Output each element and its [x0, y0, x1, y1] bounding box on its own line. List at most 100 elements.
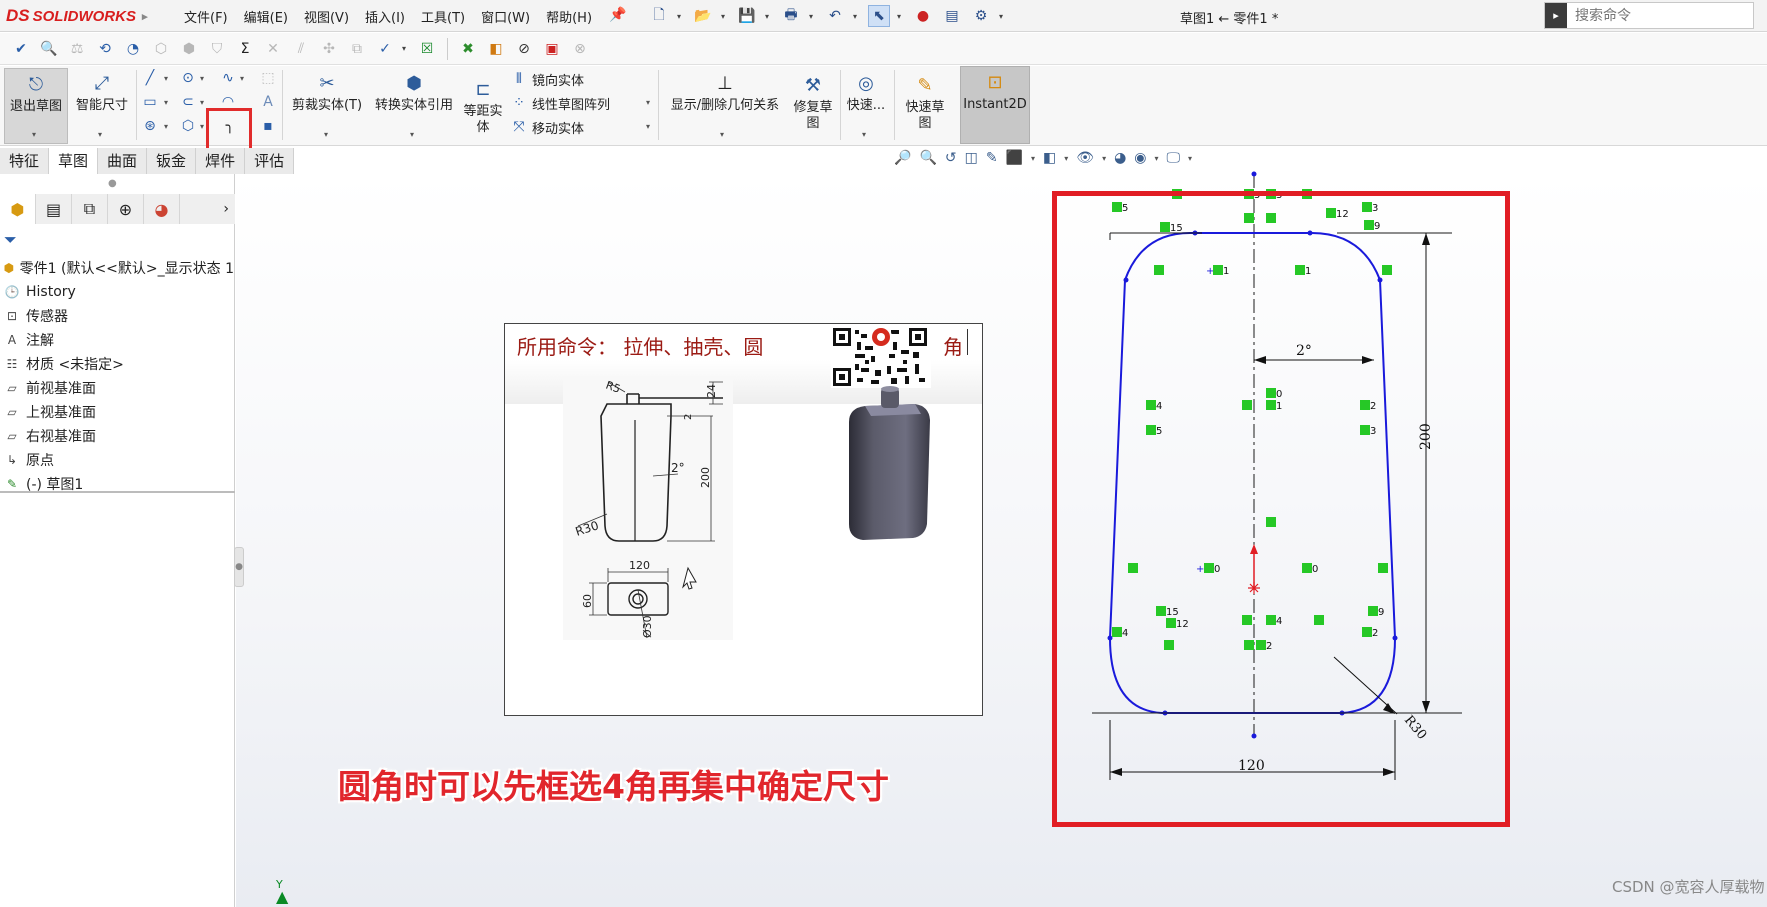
dynamic-annotation-icon[interactable]: ✎	[986, 150, 998, 166]
tree-item-right-plane[interactable]: ▱ 右视基准面	[2, 424, 234, 448]
solidworks-logo[interactable]: DS SOLIDWORKS ▸	[6, 4, 154, 28]
check-circle-icon[interactable]: ⊘	[513, 38, 535, 60]
tab-surfaces[interactable]: 曲面	[98, 148, 148, 174]
sparkle-icon[interactable]: ✣	[318, 38, 340, 60]
open-folder-icon[interactable]: 📂	[692, 5, 714, 27]
check-relations-icon[interactable]: ✓	[374, 38, 396, 60]
display-relations-button[interactable]: ⊥ 显示/删除几何关系	[662, 68, 788, 128]
new-document-icon[interactable]: 🗋	[648, 5, 670, 27]
tree-item-material[interactable]: ☷ 材质 <未指定>	[2, 352, 234, 376]
slice-icon[interactable]: ⫽	[290, 38, 312, 60]
shape-icon[interactable]: ⬢	[178, 38, 200, 60]
polygon-icon[interactable]: ⬡	[178, 116, 198, 136]
chevron-down-icon[interactable]: ▾	[809, 12, 817, 21]
feature-tree-tab-icon[interactable]: ⬢	[0, 194, 36, 224]
tree-item-top-plane[interactable]: ▱ 上视基准面	[2, 400, 234, 424]
menu-help[interactable]: 帮助(H)	[538, 7, 600, 26]
zoom-to-fit-icon[interactable]: 🔎	[894, 150, 911, 166]
chevron-down-icon[interactable]: ▾	[721, 12, 729, 21]
display-manager-tab-icon[interactable]: ◕	[144, 194, 180, 224]
chevron-down-icon[interactable]: ▾	[164, 74, 168, 83]
linear-pattern-button[interactable]: ⁘ 线性草图阵列	[510, 92, 610, 114]
mirror-entities-button[interactable]: ⫴ 镜向实体	[510, 68, 584, 90]
chevron-down-icon[interactable]: ▾	[98, 130, 102, 139]
menu-window[interactable]: 窗口(W)	[473, 7, 538, 26]
search-dropdown-icon[interactable]: ▸	[1545, 3, 1567, 28]
chevron-down-icon[interactable]: ▾	[646, 98, 650, 107]
trim-entities-button[interactable]: ✂ 剪裁实体(T)	[286, 68, 368, 128]
centerline-endpoint[interactable]	[1251, 171, 1257, 177]
circle-icon[interactable]: ⊙	[178, 68, 198, 88]
balance-icon[interactable]: ⚖	[66, 38, 88, 60]
search-commands-field[interactable]: ▸	[1544, 2, 1754, 29]
zoom-area-icon[interactable]: 🔍	[919, 150, 936, 166]
copy-icon[interactable]: ⧉	[346, 38, 368, 60]
tree-item-origin[interactable]: ↳ 原点	[2, 448, 234, 472]
tab-features[interactable]: 特征	[0, 148, 50, 174]
tab-evaluate[interactable]: 评估	[245, 148, 295, 174]
file-properties-icon[interactable]: ▤	[941, 5, 963, 27]
options-gear-icon[interactable]: ⚙	[970, 5, 992, 27]
select-cursor-icon[interactable]: ⬉	[868, 5, 890, 27]
spellcheck-icon[interactable]: ✔	[10, 38, 32, 60]
chevron-down-icon[interactable]: ▾	[240, 74, 244, 83]
pin-icon[interactable]: 📌	[609, 7, 626, 23]
move-entities-button[interactable]: ⤧ 移动实体	[510, 116, 584, 138]
chevron-down-icon[interactable]: ▾	[32, 130, 36, 139]
line-icon[interactable]: ╱	[140, 68, 160, 88]
chevron-down-icon[interactable]: ▾	[200, 122, 204, 131]
smart-dimension-button[interactable]: ⤢ 智能尺寸	[70, 68, 134, 128]
layers-icon[interactable]: ◧	[485, 38, 507, 60]
chevron-down-icon[interactable]: ▾	[677, 12, 685, 21]
property-manager-tab-icon[interactable]: ▤	[36, 194, 72, 224]
repair-sketch-button[interactable]: ⚒ 修复草 图	[790, 70, 836, 142]
search-tools-icon[interactable]: 🔍	[38, 38, 60, 60]
gauge-icon[interactable]: ◔	[122, 38, 144, 60]
menu-insert[interactable]: 插入(I)	[357, 7, 413, 26]
design-checker-icon[interactable]: ✖	[457, 38, 479, 60]
rebuild-traffic-light-icon[interactable]: ●	[912, 5, 934, 27]
tab-sheet-metal[interactable]: 钣金	[147, 148, 197, 174]
chevron-down-icon[interactable]: ▾	[999, 12, 1007, 21]
disabled-circle-icon[interactable]: ⊗	[569, 38, 591, 60]
search-input[interactable]	[1567, 3, 1747, 28]
offset-chain-icon[interactable]: ⊛	[140, 116, 160, 136]
section-view-icon[interactable]: ◫	[965, 150, 978, 166]
xform-icon[interactable]: ✕	[262, 38, 284, 60]
point-icon[interactable]: ▪	[258, 116, 278, 136]
chevron-down-icon[interactable]: ▾	[720, 130, 724, 139]
chevron-down-icon[interactable]: ▾	[164, 122, 168, 131]
menu-file[interactable]: 文件(F)	[176, 7, 236, 26]
text-icon[interactable]: A	[258, 92, 278, 112]
filter-icon[interactable]: ⏷	[4, 230, 17, 250]
convert-entities-button[interactable]: ⬢ 转换实体引用	[370, 68, 458, 128]
view-orientation-icon[interactable]: ⬛	[1006, 150, 1023, 166]
tree-item-front-plane[interactable]: ▱ 前视基准面	[2, 376, 234, 400]
chevron-right-icon[interactable]: ›	[223, 201, 229, 217]
tree-item-sensors[interactable]: ⊡ 传感器	[2, 304, 234, 328]
chevron-down-icon[interactable]: ▾	[1031, 154, 1035, 163]
menu-view[interactable]: 视图(V)	[296, 7, 357, 26]
chevron-down-icon[interactable]: ▾	[200, 98, 204, 107]
offset-entities-button[interactable]: ⊏ 等距实 体	[460, 74, 506, 144]
instant2d-button[interactable]: ⊡ Instant2D	[960, 66, 1030, 144]
rapid-sketch-button[interactable]: ✎ 快速草 图	[898, 70, 952, 142]
menu-tools[interactable]: 工具(T)	[413, 7, 473, 26]
chevron-down-icon[interactable]: ▾	[324, 130, 328, 139]
chevron-down-icon[interactable]: ▾	[164, 98, 168, 107]
chevron-down-icon[interactable]: ▾	[765, 12, 773, 21]
dimxpert-tab-icon[interactable]: ⊕	[108, 194, 144, 224]
rotate-icon[interactable]: ⟲	[94, 38, 116, 60]
flag-icon[interactable]: ▣	[541, 38, 563, 60]
shield-icon[interactable]: ⛉	[206, 38, 228, 60]
sum-icon[interactable]: Σ	[234, 38, 256, 60]
wireframe-icon[interactable]: ⬡	[150, 38, 172, 60]
chevron-down-icon[interactable]: ▾	[402, 44, 410, 53]
check-sketch-icon[interactable]: ☒	[416, 38, 438, 60]
tab-sketch[interactable]: 草图	[49, 148, 99, 174]
print-icon[interactable]: 🖶	[780, 5, 802, 27]
rectangle-icon[interactable]: ▭	[140, 92, 160, 112]
panel-collapse-handle[interactable]: ●	[234, 547, 244, 587]
tree-item-history[interactable]: 🕒 History	[2, 280, 234, 304]
chevron-down-icon[interactable]: ▾	[200, 74, 204, 83]
